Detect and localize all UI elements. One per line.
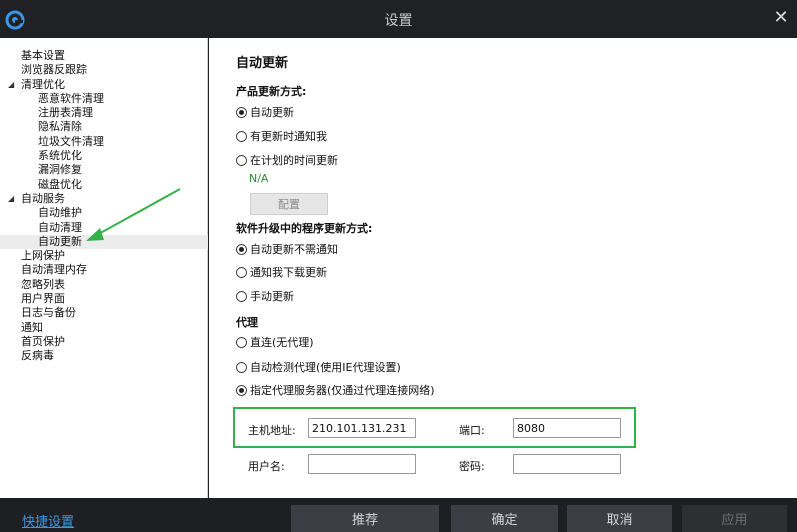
radio-product-auto[interactable]: 自动更新 <box>236 104 294 120</box>
tree-item-label: 自动清理 <box>38 220 82 234</box>
username-label: 用户名: <box>248 460 285 473</box>
tree-item[interactable]: 自动维护 <box>0 206 208 220</box>
config-button[interactable]: 配置 <box>250 193 328 215</box>
tree-item[interactable]: 垃圾文件清理 <box>0 135 208 149</box>
tree-item-label: 浏览器反跟踪 <box>21 63 87 77</box>
radio-indicator[interactable] <box>236 243 247 255</box>
tree-item-label: 自动维护 <box>38 206 82 220</box>
radio-proxy-autodetect[interactable]: 自动检测代理(使用IE代理设置) <box>236 359 401 375</box>
settings-tree: 基本设置 浏览器反跟踪 ◢ 清理优化 恶意软件清理 注册表清理 隐私清除 垃圾文件清理 系统优化… <box>0 49 208 364</box>
password-label: 密码: <box>459 460 485 473</box>
radio-indicator[interactable] <box>236 130 247 142</box>
tree-item[interactable]: 浏览器反跟踪 <box>0 63 208 77</box>
tree-item[interactable]: 磁盘优化 <box>0 178 208 192</box>
tree-item[interactable]: 通知 <box>0 321 208 335</box>
tree-item[interactable]: 日志与备份 <box>0 306 208 320</box>
tree-item[interactable]: ◢ 自动服务 <box>0 192 208 206</box>
tree-item-label: 系统优化 <box>38 149 82 163</box>
tree-item[interactable]: 上网保护 <box>0 249 208 263</box>
tree-item[interactable]: 自动清理 <box>0 221 208 235</box>
expand-arrow-icon[interactable]: ◢ <box>8 78 14 92</box>
radio-proxy-manual[interactable]: 指定代理服务器(仅通过代理连接网络) <box>236 382 435 398</box>
title-bar: 设置 ✕ <box>0 0 797 38</box>
radio-indicator[interactable] <box>236 266 247 278</box>
tree-item-label: 隐私清除 <box>38 120 82 134</box>
schedule-status: N/A <box>249 172 269 185</box>
tree-item-label: 日志与备份 <box>21 306 76 320</box>
cancel-button[interactable]: 取消 <box>567 505 672 532</box>
tree-item-label: 恶意软件清理 <box>38 91 104 105</box>
recommend-button[interactable]: 推荐 <box>291 505 439 532</box>
tree-item-label: 垃圾文件清理 <box>38 134 104 148</box>
proxy-heading: 代理 <box>236 316 258 329</box>
tree-item-label: 上网保护 <box>21 249 65 263</box>
radio-program-notify[interactable]: 通知我下载更新 <box>236 264 327 280</box>
tree-item[interactable]: 系统优化 <box>0 149 208 163</box>
program-update-heading: 软件升级中的程序更新方式: <box>236 222 373 235</box>
tree-item[interactable]: 注册表清理 <box>0 106 208 120</box>
radio-indicator[interactable] <box>236 290 247 302</box>
radio-indicator[interactable] <box>236 106 247 118</box>
host-input[interactable] <box>308 418 416 438</box>
tree-item-label: 基本设置 <box>21 49 65 62</box>
tree-item[interactable]: 用户界面 <box>0 292 208 306</box>
port-input[interactable] <box>513 418 621 438</box>
tree-item-label: 忽略列表 <box>21 277 65 291</box>
tree-item[interactable]: 首页保护 <box>0 335 208 349</box>
radio-program-manual[interactable]: 手动更新 <box>236 288 294 304</box>
tree-item-label: 清理优化 <box>21 77 65 91</box>
tree-item-label: 注册表清理 <box>38 106 93 120</box>
tree-item[interactable]: 漏洞修复 <box>0 163 208 177</box>
page-title: 自动更新 <box>236 56 289 71</box>
expand-arrow-icon[interactable]: ◢ <box>8 192 14 206</box>
radio-program-auto[interactable]: 自动更新不需通知 <box>236 241 338 257</box>
password-input[interactable] <box>513 454 621 474</box>
radio-product-notify[interactable]: 有更新时通知我 <box>236 128 327 144</box>
apply-button[interactable]: 应用 <box>682 505 787 532</box>
settings-sidebar: 基本设置 浏览器反跟踪 ◢ 清理优化 恶意软件清理 注册表清理 隐私清除 垃圾文件清理 系统优化… <box>0 38 208 498</box>
tree-item[interactable]: 隐私清除 <box>0 120 208 134</box>
tree-item-label: 自动服务 <box>21 191 65 205</box>
tree-item-label: 反病毒 <box>21 349 54 363</box>
footer-bar: 快捷设置 推荐 确定 取消 应用 <box>0 498 797 532</box>
tree-item-label: 首页保护 <box>21 334 65 348</box>
host-label: 主机地址: <box>248 424 296 437</box>
username-input[interactable] <box>308 454 416 474</box>
radio-indicator[interactable] <box>236 361 247 373</box>
tree-item-label: 通知 <box>21 320 43 334</box>
tree-item[interactable]: 反病毒 <box>0 349 208 363</box>
radio-indicator[interactable] <box>236 336 247 348</box>
tree-item-label: 用户界面 <box>21 292 65 306</box>
window-title: 设置 <box>384 13 413 29</box>
quick-settings-link[interactable]: 快捷设置 <box>22 511 74 530</box>
close-icon[interactable]: ✕ <box>773 9 789 27</box>
port-label: 端口: <box>459 424 485 437</box>
tree-item[interactable]: ◢ 清理优化 <box>0 78 208 92</box>
tree-item-label: 自动清理内存 <box>21 263 87 277</box>
settings-panel: 自动更新 产品更新方式: 自动更新 有更新时通知我 在计划的时间更新 N/A 配… <box>209 38 797 498</box>
tree-item[interactable]: 自动清理内存 <box>0 263 208 277</box>
tree-item-label: 磁盘优化 <box>38 177 82 191</box>
tree-item[interactable]: 基本设置 <box>0 49 208 63</box>
tree-item[interactable]: 自动更新 <box>0 234 208 250</box>
radio-indicator[interactable] <box>236 154 247 166</box>
ok-button[interactable]: 确定 <box>451 505 558 532</box>
tree-item-label: 漏洞修复 <box>38 163 82 177</box>
product-update-heading: 产品更新方式: <box>236 85 307 98</box>
tree-item[interactable]: 忽略列表 <box>0 278 208 292</box>
tree-item[interactable]: 恶意软件清理 <box>0 92 208 106</box>
radio-product-scheduled[interactable]: 在计划的时间更新 <box>236 152 338 168</box>
tree-item-label: 自动更新 <box>38 234 82 248</box>
radio-indicator[interactable] <box>236 384 247 396</box>
radio-proxy-direct[interactable]: 直连(无代理) <box>236 334 314 350</box>
